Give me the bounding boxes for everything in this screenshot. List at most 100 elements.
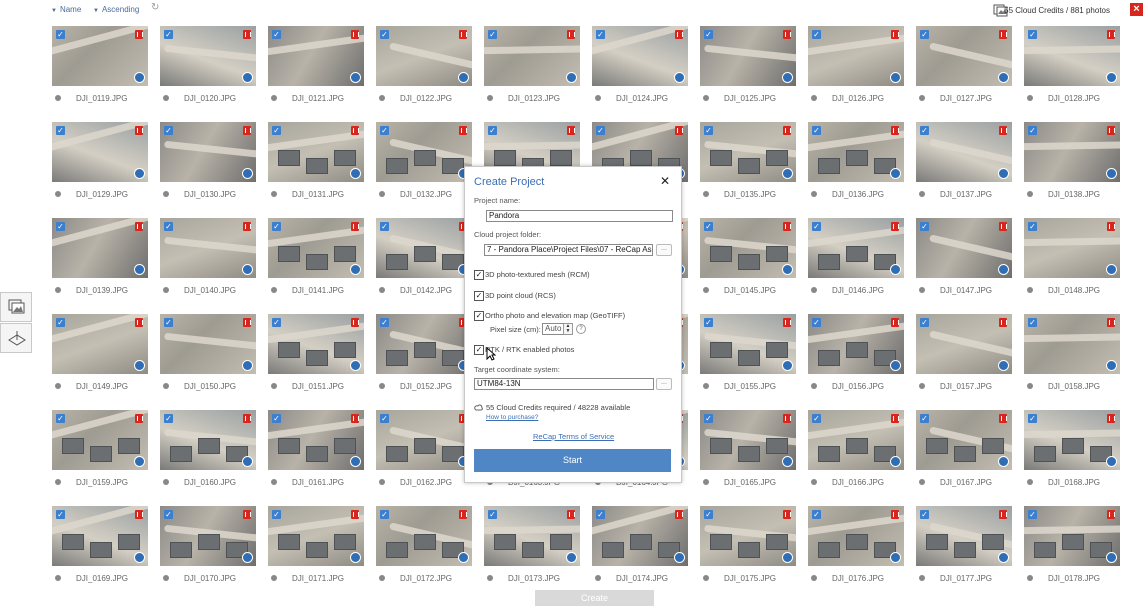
photo-tile[interactable]: ✓ DJI_0141.JPG [268, 218, 364, 298]
photo-thumbnail[interactable]: ✓ [700, 218, 796, 278]
coordinate-browse-button[interactable]: ... [656, 378, 672, 390]
photo-thumbnail[interactable]: ✓ [376, 314, 472, 374]
target-coordinate-input[interactable]: UTM84-13N [474, 378, 654, 390]
photo-thumbnail[interactable]: ✓ [808, 26, 904, 86]
select-checkbox[interactable]: ✓ [380, 414, 389, 423]
trash-icon[interactable] [351, 414, 359, 423]
photo-tile[interactable]: ✓ DJI_0151.JPG [268, 314, 364, 394]
select-checkbox[interactable]: ✓ [812, 510, 821, 519]
zoom-icon[interactable] [998, 456, 1009, 467]
select-checkbox[interactable]: ✓ [380, 30, 389, 39]
photo-thumbnail[interactable]: ✓ [160, 122, 256, 182]
photo-thumbnail[interactable]: ✓ [160, 410, 256, 470]
photo-tile[interactable]: ✓ DJI_0128.JPG [1024, 26, 1120, 106]
photo-thumbnail[interactable]: ✓ [484, 26, 580, 86]
zoom-icon[interactable] [998, 168, 1009, 179]
select-checkbox[interactable]: ✓ [56, 30, 65, 39]
photo-thumbnail[interactable]: ✓ [376, 122, 472, 182]
photo-view-button[interactable] [0, 292, 32, 322]
photo-thumbnail[interactable]: ✓ [52, 506, 148, 566]
photo-tile[interactable]: ✓ DJI_0171.JPG [268, 506, 364, 586]
photo-thumbnail[interactable]: ✓ [268, 122, 364, 182]
select-checkbox[interactable]: ✓ [380, 318, 389, 327]
zoom-icon[interactable] [890, 552, 901, 563]
pixel-size-stepper[interactable]: ▲ ▼ [563, 323, 573, 335]
trash-icon[interactable] [999, 126, 1007, 135]
trash-icon[interactable] [135, 510, 143, 519]
photo-tile[interactable]: ✓ DJI_0160.JPG [160, 410, 256, 490]
trash-icon[interactable] [243, 222, 251, 231]
photo-thumbnail[interactable]: ✓ [1024, 506, 1120, 566]
select-checkbox[interactable]: ✓ [380, 510, 389, 519]
photo-tile[interactable]: ✓ DJI_0150.JPG [160, 314, 256, 394]
purchase-link[interactable]: How to purchase? [486, 414, 538, 421]
photo-thumbnail[interactable]: ✓ [376, 218, 472, 278]
select-checkbox[interactable]: ✓ [488, 126, 497, 135]
trash-icon[interactable] [675, 30, 683, 39]
zoom-icon[interactable] [134, 72, 145, 83]
photo-thumbnail[interactable]: ✓ [376, 506, 472, 566]
trash-icon[interactable] [567, 126, 575, 135]
ortho-checkbox[interactable]: ✓ [474, 311, 484, 321]
trash-icon[interactable] [351, 318, 359, 327]
select-checkbox[interactable]: ✓ [812, 222, 821, 231]
select-checkbox[interactable]: ✓ [596, 126, 605, 135]
photo-thumbnail[interactable]: ✓ [268, 506, 364, 566]
trash-icon[interactable] [243, 318, 251, 327]
photo-thumbnail[interactable]: ✓ [52, 410, 148, 470]
photo-thumbnail[interactable]: ✓ [376, 410, 472, 470]
select-checkbox[interactable]: ✓ [56, 414, 65, 423]
sort-field-button[interactable]: ▼ Name [51, 5, 81, 14]
select-checkbox[interactable]: ✓ [1028, 30, 1037, 39]
trash-icon[interactable] [783, 414, 791, 423]
zoom-icon[interactable] [458, 552, 469, 563]
zoom-icon[interactable] [134, 552, 145, 563]
select-checkbox[interactable]: ✓ [704, 510, 713, 519]
zoom-icon[interactable] [242, 168, 253, 179]
trash-icon[interactable] [1107, 510, 1115, 519]
photo-tile[interactable]: ✓ DJI_0122.JPG [376, 26, 472, 106]
photo-tile[interactable]: ✓ DJI_0125.JPG [700, 26, 796, 106]
trash-icon[interactable] [999, 30, 1007, 39]
photo-thumbnail[interactable]: ✓ [268, 314, 364, 374]
select-checkbox[interactable]: ✓ [380, 126, 389, 135]
photo-thumbnail[interactable]: ✓ [160, 218, 256, 278]
photo-thumbnail[interactable]: ✓ [700, 506, 796, 566]
trash-icon[interactable] [891, 414, 899, 423]
photo-tile[interactable]: ✓ DJI_0132.JPG [376, 122, 472, 202]
photo-thumbnail[interactable]: ✓ [916, 506, 1012, 566]
photo-tile[interactable]: ✓ DJI_0135.JPG [700, 122, 796, 202]
trash-icon[interactable] [783, 126, 791, 135]
photo-tile[interactable]: ✓ DJI_0120.JPG [160, 26, 256, 106]
select-checkbox[interactable]: ✓ [164, 414, 173, 423]
select-checkbox[interactable]: ✓ [164, 318, 173, 327]
trash-icon[interactable] [459, 126, 467, 135]
zoom-icon[interactable] [890, 360, 901, 371]
trash-icon[interactable] [459, 510, 467, 519]
photo-tile[interactable]: ✓ DJI_0178.JPG [1024, 506, 1120, 586]
photo-thumbnail[interactable]: ✓ [1024, 314, 1120, 374]
select-checkbox[interactable]: ✓ [812, 126, 821, 135]
photo-tile[interactable]: ✓ DJI_0129.JPG [52, 122, 148, 202]
trash-icon[interactable] [783, 510, 791, 519]
terms-link[interactable]: ReCap Terms of Service [533, 432, 614, 441]
trash-icon[interactable] [891, 510, 899, 519]
trash-icon[interactable] [567, 510, 575, 519]
select-checkbox[interactable]: ✓ [164, 222, 173, 231]
photo-thumbnail[interactable]: ✓ [484, 506, 580, 566]
trash-icon[interactable] [135, 222, 143, 231]
photo-tile[interactable]: ✓ DJI_0156.JPG [808, 314, 904, 394]
trash-icon[interactable] [999, 510, 1007, 519]
zoom-icon[interactable] [782, 72, 793, 83]
gcp-view-button[interactable] [0, 323, 32, 353]
folder-browse-button[interactable]: ... [656, 244, 672, 256]
zoom-icon[interactable] [998, 552, 1009, 563]
zoom-icon[interactable] [674, 552, 685, 563]
trash-icon[interactable] [459, 30, 467, 39]
zoom-icon[interactable] [350, 456, 361, 467]
photo-tile[interactable]: ✓ DJI_0142.JPG [376, 218, 472, 298]
zoom-icon[interactable] [1106, 72, 1117, 83]
zoom-icon[interactable] [242, 72, 253, 83]
zoom-icon[interactable] [782, 456, 793, 467]
photo-tile[interactable]: ✓ DJI_0136.JPG [808, 122, 904, 202]
